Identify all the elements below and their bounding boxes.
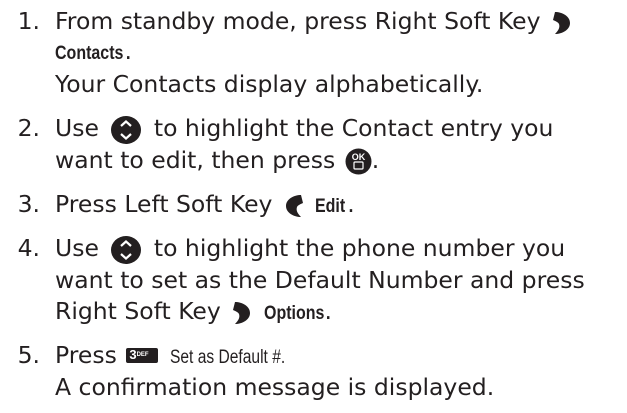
step-4-period: . — [324, 297, 332, 325]
step-1-text-a: From standby mode, press Right Soft Key — [55, 7, 541, 35]
navigation-key-icon — [111, 115, 142, 144]
step-5-result: A confirmation message is displayed. — [55, 373, 495, 401]
step-5-text: Press 3DEF Set as Default #. — [55, 340, 310, 373]
step-2-text: Use to highlight the Contact entry you — [55, 113, 553, 145]
step-4-text-d: Right Soft Key — [55, 297, 221, 325]
page: { "steps": [ { "num": "1.", "l1_pre": "F… — [0, 0, 627, 413]
step-4-line-3-text: Right Soft Key Options. — [55, 296, 332, 328]
step-2-text-c: want to edit, then press — [55, 146, 336, 174]
step-4-text: Use to highlight the phone number you — [55, 233, 565, 265]
step-3-period: . — [347, 190, 355, 218]
set-as-default-label: Set as Default #. — [169, 347, 286, 368]
step-2-text-b: to highlight the Contact entry you — [153, 114, 554, 142]
key-letters: DEF — [136, 352, 149, 358]
right-soft-key-icon — [553, 11, 570, 34]
step-3-text: Press Left Soft Key Edit. — [55, 189, 355, 221]
step-5-number: 5. — [17, 341, 40, 369]
contacts-label: Contacts — [55, 42, 124, 64]
left-soft-key-icon — [285, 194, 303, 217]
step-1-text: From standby mode, press Right Soft Key — [55, 6, 572, 36]
step-4-number: 4. — [17, 234, 40, 262]
step-3-text-a: Press Left Soft Key — [55, 190, 273, 218]
step-5-text-a: Press — [55, 341, 117, 369]
step-1-line-2-text: Contacts. — [55, 36, 132, 68]
step-1-period: . — [124, 37, 132, 65]
step-2-text-a: Use — [55, 114, 99, 142]
step-4-text-b: to highlight the phone number you — [153, 234, 566, 262]
step-1-number: 1. — [17, 7, 40, 35]
options-label: Options — [263, 302, 325, 324]
step-4-text-a: Use — [55, 234, 99, 262]
step-1-result: Your Contacts display alphabetically. — [55, 70, 484, 98]
step-4-text-c: want to set as the Default Number and pr… — [55, 266, 585, 294]
key-3-def-icon: 3DEF — [126, 347, 159, 363]
right-soft-key-icon — [233, 301, 251, 324]
ok-key-label: OK — [352, 152, 366, 162]
step-3-number: 3. — [17, 190, 40, 218]
navigation-key-icon — [111, 235, 142, 264]
step-2-number: 2. — [17, 114, 40, 142]
edit-label: Edit — [315, 195, 346, 217]
step-2-line-2-text: want to edit, then press OK . — [55, 145, 379, 175]
step-2-period: . — [371, 146, 380, 174]
ok-key-icon: OK — [345, 148, 372, 175]
key-digit: 3 — [129, 347, 137, 362]
